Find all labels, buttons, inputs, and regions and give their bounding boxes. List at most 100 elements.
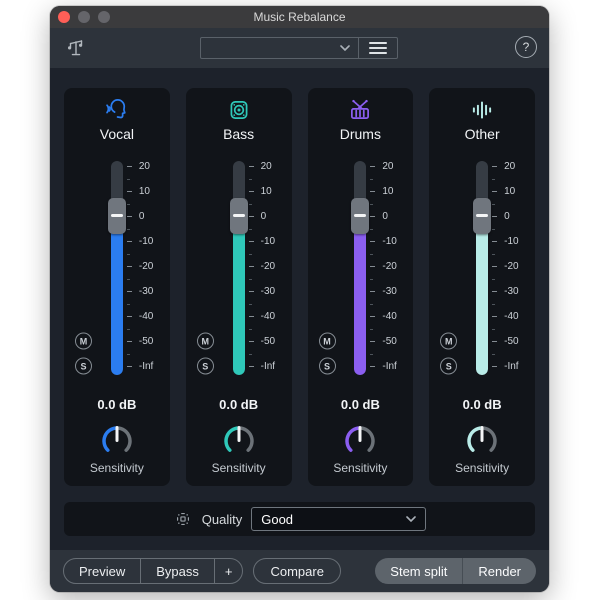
render-group: Stem split Render xyxy=(375,558,536,584)
fader-track[interactable] xyxy=(354,161,367,375)
fader-fill xyxy=(232,218,245,375)
fader-handle[interactable] xyxy=(107,198,126,234)
gain-value[interactable]: 0.0 dB xyxy=(308,397,414,412)
scale-tick-label: 0 xyxy=(138,210,145,222)
solo-button[interactable]: S xyxy=(75,357,92,375)
scale-minor-tick xyxy=(126,303,130,305)
sensitivity-knob[interactable] xyxy=(340,421,380,461)
gain-value[interactable]: 0.0 dB xyxy=(64,397,170,412)
fader-track[interactable] xyxy=(476,161,489,375)
sensitivity-label: Sensitivity xyxy=(211,461,266,475)
compare-button[interactable]: Compare xyxy=(253,558,341,584)
scale-minor-tick xyxy=(370,203,374,205)
sensitivity-knob[interactable] xyxy=(462,421,502,461)
transport-group: Preview Bypass + xyxy=(63,558,244,584)
scale-minor-tick xyxy=(370,328,374,330)
solo-button[interactable]: S xyxy=(440,357,458,375)
fader-track[interactable] xyxy=(110,161,123,375)
scale-tick: 20 xyxy=(370,160,394,172)
scale-minor-tick xyxy=(492,178,496,180)
preset-dropdown[interactable] xyxy=(200,37,398,59)
scale-tick: -20 xyxy=(126,260,153,272)
render-button[interactable]: Render xyxy=(462,558,536,584)
scale-minor-tick xyxy=(370,253,374,255)
music-rebalance-window: Music Rebalance ? Vocal 20 10 0 -10 -20 … xyxy=(50,6,549,592)
scale-tick-label: 0 xyxy=(260,210,267,222)
gain-fader: 20 10 0 -10 -20 -30 -40 -50 -Inf M S xyxy=(186,148,292,383)
sensitivity-knob[interactable] xyxy=(97,421,137,461)
scale-minor-tick xyxy=(492,278,496,280)
zoom-button[interactable] xyxy=(98,11,110,23)
fader-fill xyxy=(476,218,489,375)
scale-tick-label: 10 xyxy=(504,185,516,197)
scale-tick-label: -30 xyxy=(138,285,154,297)
scale-tick: -10 xyxy=(126,235,154,247)
scale-tick: -20 xyxy=(248,260,275,272)
scale-tick: 20 xyxy=(492,160,515,172)
sensitivity-knob[interactable] xyxy=(219,421,259,461)
mute-button[interactable]: M xyxy=(318,332,336,350)
preview-button[interactable]: Preview xyxy=(64,559,140,583)
scale-tick: -20 xyxy=(492,260,519,272)
scale-tick-label: -40 xyxy=(260,310,276,322)
scale-minor-tick xyxy=(492,328,496,330)
scale-minor-tick xyxy=(370,353,374,355)
fader-fill xyxy=(110,218,123,375)
gain-value[interactable]: 0.0 dB xyxy=(429,397,535,412)
scale-minor-tick xyxy=(126,278,130,280)
close-button[interactable] xyxy=(58,11,70,23)
channel-strip: Other 20 10 0 -10 -20 -30 -40 -50 -Inf M S 0.0 d… xyxy=(429,88,535,486)
scale-tick: -50 xyxy=(248,335,276,347)
mute-button[interactable]: M xyxy=(440,332,458,350)
help-button[interactable]: ? xyxy=(515,36,537,58)
scale-tick-label: 0 xyxy=(382,210,388,222)
music-rebalance-icon xyxy=(68,40,83,56)
channel-header: Bass xyxy=(186,88,292,142)
preset-value xyxy=(201,38,332,58)
chevron-down-icon xyxy=(406,516,417,522)
stem-split-button[interactable]: Stem split xyxy=(375,558,462,584)
gain-fader: 20 10 0 -10 -20 -30 -40 -50 -Inf M S xyxy=(308,148,414,383)
scale-tick: 0 xyxy=(126,210,145,222)
scale-tick-label: 20 xyxy=(138,160,150,172)
scale-minor-tick xyxy=(370,303,374,305)
fader-handle[interactable] xyxy=(229,198,248,234)
gain-value[interactable]: 0.0 dB xyxy=(186,397,292,412)
fader-handle[interactable] xyxy=(473,198,492,234)
scale-minor-tick xyxy=(248,253,252,255)
scale-tick-label: -Inf xyxy=(138,360,154,372)
scale-tick: -Inf xyxy=(248,360,275,372)
scale-tick-label: -50 xyxy=(138,335,154,347)
bass-icon xyxy=(230,101,248,119)
scale-tick: -50 xyxy=(126,335,154,347)
scale-tick: 10 xyxy=(370,185,394,197)
quality-select[interactable]: Good xyxy=(251,507,427,531)
fader-track[interactable] xyxy=(232,161,245,375)
scale-tick-label: 10 xyxy=(260,185,272,197)
channel-strips: Vocal 20 10 0 -10 -20 -30 -40 -50 -Inf M S 0.0 d… xyxy=(64,88,535,486)
fader-fill xyxy=(354,218,367,375)
scale-tick: -30 xyxy=(370,285,397,297)
scale-minor-tick xyxy=(126,228,130,230)
preset-menu-button[interactable] xyxy=(359,38,397,58)
fader-handle[interactable] xyxy=(351,198,370,234)
scale-tick: -Inf xyxy=(370,360,397,372)
scale-tick: 0 xyxy=(492,210,510,222)
scale-tick-label: -50 xyxy=(260,335,276,347)
bypass-button[interactable]: Bypass xyxy=(140,559,214,583)
channel-name: Drums xyxy=(339,126,381,142)
scale-tick-label: -30 xyxy=(504,285,519,297)
scale-tick-label: -10 xyxy=(382,235,397,247)
add-button[interactable]: + xyxy=(213,559,243,583)
mute-button[interactable]: M xyxy=(196,332,214,350)
minimize-button[interactable] xyxy=(78,11,90,23)
mute-button[interactable]: M xyxy=(75,332,92,350)
solo-button[interactable]: S xyxy=(318,357,336,375)
solo-button[interactable]: S xyxy=(196,357,214,375)
scale-tick: -10 xyxy=(248,235,275,247)
scale-tick-label: -Inf xyxy=(504,360,519,372)
scale-minor-tick xyxy=(492,228,496,230)
channel-header: Drums xyxy=(308,88,414,142)
scale-tick-label: -10 xyxy=(138,235,154,247)
drums-icon xyxy=(351,99,370,119)
